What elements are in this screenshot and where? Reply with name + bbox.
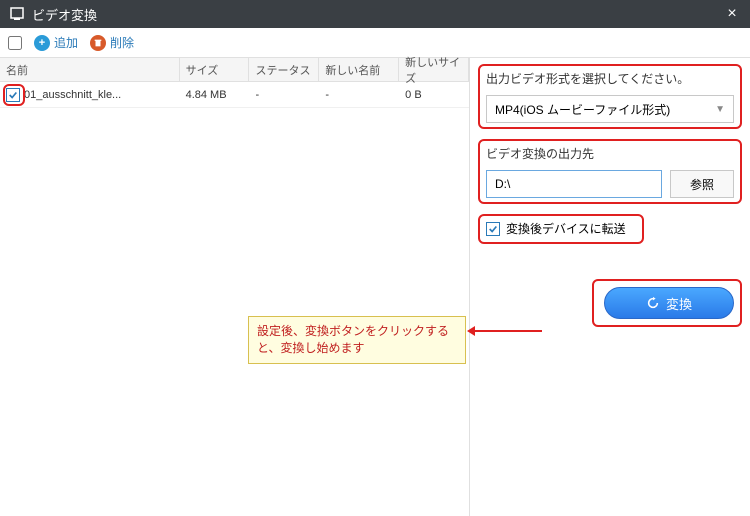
convert-button[interactable]: 変換 <box>604 287 734 319</box>
file-list-panel: 名前 サイズ ステータス 新しい名前 新しいサイズ 01_ausschnitt_… <box>0 58 470 516</box>
settings-panel: 出力ビデオ形式を選択してください。 MP4(iOS ムービーファイル形式) ▼ … <box>470 58 750 516</box>
close-button[interactable]: × <box>722 5 742 23</box>
row-newname: - <box>319 89 399 101</box>
col-newname: 新しい名前 <box>319 58 399 81</box>
row-newsize: 0 B <box>399 89 469 101</box>
delete-label: 削除 <box>110 34 134 51</box>
arrow-annotation <box>470 330 542 332</box>
format-select[interactable]: MP4(iOS ムービーファイル形式) ▼ <box>486 95 734 123</box>
col-newsize: 新しいサイズ <box>399 58 469 81</box>
row-status: - <box>249 89 319 101</box>
trash-icon <box>90 35 106 51</box>
delete-button[interactable]: 削除 <box>90 34 134 51</box>
col-name: 名前 <box>0 58 180 81</box>
output-section: ビデオ変換の出力先 参照 <box>486 145 734 198</box>
row-name: 01_ausschnitt_kle... <box>24 89 121 101</box>
add-button[interactable]: + 追加 <box>34 34 78 51</box>
format-label: 出力ビデオ形式を選択してください。 <box>486 70 734 87</box>
table-header: 名前 サイズ ステータス 新しい名前 新しいサイズ <box>0 58 469 82</box>
app-icon <box>8 5 26 23</box>
window-title: ビデオ変換 <box>32 5 722 24</box>
plus-icon: + <box>34 35 50 51</box>
browse-button[interactable]: 参照 <box>670 170 734 198</box>
format-value: MP4(iOS ムービーファイル形式) <box>495 101 670 118</box>
col-size: サイズ <box>180 58 250 81</box>
transfer-checkbox[interactable] <box>486 222 500 236</box>
transfer-label: 変換後デバイスに転送 <box>506 220 626 237</box>
format-section: 出力ビデオ形式を選択してください。 MP4(iOS ムービーファイル形式) ▼ <box>486 70 734 123</box>
row-checkbox[interactable] <box>6 88 20 102</box>
convert-label: 変換 <box>666 294 692 313</box>
select-all-checkbox[interactable] <box>8 36 22 50</box>
col-status: ステータス <box>249 58 319 81</box>
toolbar: + 追加 削除 <box>0 28 750 58</box>
add-label: 追加 <box>54 34 78 51</box>
output-path-input[interactable] <box>486 170 662 198</box>
callout-tip: 設定後、変換ボタンをクリックすると、変換し始めます <box>248 316 466 364</box>
chevron-down-icon: ▼ <box>715 104 725 115</box>
refresh-icon <box>646 296 660 310</box>
main: 名前 サイズ ステータス 新しい名前 新しいサイズ 01_ausschnitt_… <box>0 58 750 516</box>
titlebar: ビデオ変換 × <box>0 0 750 28</box>
table-row[interactable]: 01_ausschnitt_kle... 4.84 MB - - 0 B <box>0 82 469 108</box>
row-size: 4.84 MB <box>180 89 250 101</box>
convert-section: 変換 <box>486 287 734 319</box>
output-label: ビデオ変換の出力先 <box>486 145 734 162</box>
transfer-section: 変換後デバイスに転送 <box>486 220 734 237</box>
